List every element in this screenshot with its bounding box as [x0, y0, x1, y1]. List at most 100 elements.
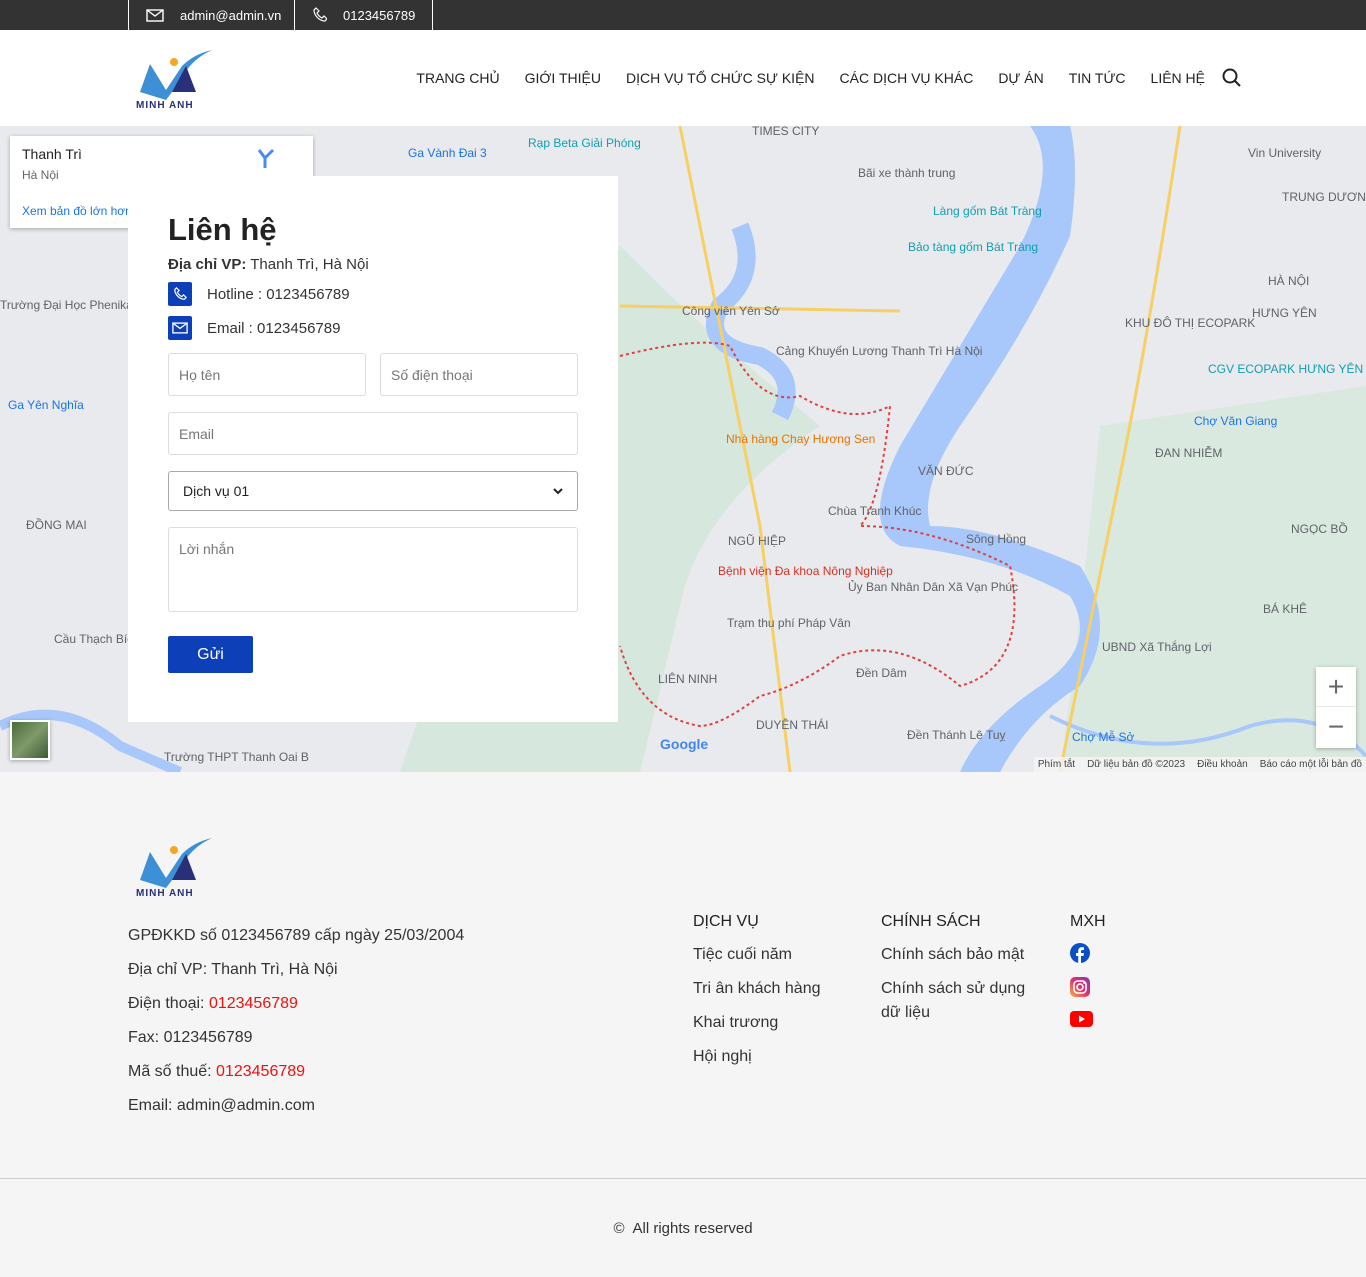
nav-gioi-thieu[interactable]: GIỚI THIỆU [525, 70, 601, 86]
footer-link[interactable]: Khai trương [693, 1011, 820, 1035]
nav-tin-tuc[interactable]: TIN TỨC [1069, 70, 1126, 86]
map-label[interactable]: Đền Thánh Lê Tuỵ [907, 728, 1006, 742]
logo-mark: MINH ANH [136, 50, 212, 111]
header: MINH ANH TRANG CHỦ GIỚI THIỆU DỊCH VỤ TỔ… [0, 30, 1366, 126]
map-label[interactable]: BÁ KHÊ [1263, 602, 1307, 616]
contact-email: Email : 0123456789 [168, 315, 578, 341]
contact-title: Liên hệ [168, 212, 277, 247]
logo-mark: MINH ANH [136, 838, 212, 899]
map-label[interactable]: Làng gốm Bát Tràng [933, 204, 1042, 218]
map-label[interactable]: Bệnh viện Đa khoa Nông Nghiệp [718, 564, 893, 578]
map-label[interactable]: LIÊN NINH [658, 672, 717, 686]
map-label[interactable]: CGV ECOPARK HƯNG YÊN [1208, 362, 1363, 376]
map-label[interactable]: Trường Đại Học Phenikaa [0, 298, 140, 312]
copyright-bar: © All rights reserved [0, 1178, 1366, 1277]
svg-text:MINH ANH: MINH ANH [136, 888, 194, 898]
search-icon[interactable] [1222, 68, 1242, 88]
map-data-text: Dữ liệu bản đồ ©2023 [1087, 759, 1186, 770]
report-error-link[interactable]: Báo cáo một lỗi bản đồ [1260, 759, 1362, 770]
youtube-icon[interactable] [1070, 1011, 1093, 1027]
logo[interactable]: MINH ANH [136, 48, 214, 115]
terms-link[interactable]: Điều khoản [1197, 759, 1248, 770]
map-label[interactable]: Rạp Beta Giải Phóng [528, 136, 641, 150]
contact-form: Họ tên Số điện thoại Email Dịch vụ 01 Lờ… [168, 353, 578, 673]
footer-link[interactable]: Tri ân khách hàng [693, 977, 820, 1001]
phone-icon [168, 282, 192, 306]
footer-social: MXH [1070, 913, 1106, 1027]
google-map[interactable]: Ga Vành Đai 3 Rạp Beta Giải Phóng TIMES CI… [0, 126, 1366, 772]
map-label[interactable]: Chùa Tranh Khúc [828, 504, 921, 518]
map-attribution: Phím tắt Dữ liệu bản đồ ©2023 Điều khoản… [1033, 757, 1366, 772]
map-label[interactable]: Chợ Văn Giang [1194, 414, 1277, 428]
topbar-email[interactable]: admin@admin.vn [128, 0, 295, 30]
service-select[interactable]: Dịch vụ 01 [168, 471, 578, 511]
contact-hotline: Hotline : 0123456789 [168, 281, 578, 307]
phone-icon [313, 7, 327, 22]
footer-policy: CHÍNH SÁCH Chính sách bảo mật Chính sách… [881, 913, 1041, 1035]
map-zoom-control: + − [1316, 667, 1356, 748]
nav-trang-chu[interactable]: TRANG CHỦ [416, 70, 499, 86]
map-label[interactable]: Vin University [1248, 146, 1321, 160]
map-label[interactable]: NGŨ HIỆP [728, 534, 786, 548]
keyboard-shortcuts-link[interactable]: Phím tắt [1038, 759, 1075, 770]
footer-link[interactable]: Chính sách bảo mật [881, 943, 1041, 967]
footer: MINH ANH GPĐKKD số 0123456789 cấp ngày 2… [0, 772, 1366, 1178]
map-label[interactable]: Nhà hàng Chay Hương Sen [726, 432, 875, 446]
zoom-out-button[interactable]: − [1316, 707, 1356, 747]
nav-cac-dich-vu-khac[interactable]: CÁC DỊCH VỤ KHÁC [840, 70, 974, 86]
map-label[interactable]: KHU ĐÔ THỊ ECOPARK [1125, 316, 1255, 330]
map-label[interactable]: HƯNG YÊN [1252, 306, 1317, 320]
map-label[interactable]: Cầu Thạch Bích [54, 632, 140, 646]
footer-logo[interactable]: MINH ANH [136, 836, 214, 903]
map-label[interactable]: Sông Hồng [966, 532, 1026, 546]
facebook-icon[interactable] [1070, 943, 1090, 963]
phone-input[interactable]: Số điện thoại [380, 353, 578, 396]
directions-icon[interactable] [255, 148, 277, 170]
submit-button[interactable]: Gửi [168, 636, 253, 673]
zoom-in-button[interactable]: + [1316, 667, 1356, 707]
mail-icon [168, 316, 192, 340]
map-label[interactable]: Trường THPT Thanh Oai B [164, 750, 309, 764]
map-label[interactable]: DUYÊN THÁI [756, 718, 828, 732]
chevron-down-icon [553, 487, 563, 494]
map-label[interactable]: Đền Dâm [856, 666, 907, 680]
footer-link[interactable]: Hội nghị [693, 1045, 820, 1069]
topbar-phone[interactable]: 0123456789 [294, 0, 433, 30]
map-label[interactable]: HÀ NỘI [1268, 274, 1309, 288]
google-logo: Google [660, 736, 709, 752]
footer-phone[interactable]: 0123456789 [209, 995, 298, 1012]
map-label[interactable]: Bãi xe thành trung [858, 166, 955, 180]
map-label[interactable]: VĂN ĐỨC [918, 464, 974, 478]
map-label[interactable]: ĐAN NHIỄM [1155, 446, 1222, 460]
footer-services: DỊCH VỤ Tiệc cuối năm Tri ân khách hàng … [693, 913, 820, 1079]
map-label[interactable]: TIMES CITY [752, 126, 819, 138]
topbar: admin@admin.vn 0123456789 [0, 0, 1366, 30]
map-label[interactable]: Cảng Khuyến Lương Thanh Trì Hà Nội [776, 344, 982, 358]
nav-dich-vu-to-chuc-su-kien[interactable]: DỊCH VỤ TỔ CHỨC SỰ KIỆN [626, 70, 815, 86]
svg-text:MINH ANH: MINH ANH [136, 100, 194, 110]
map-label[interactable]: ĐỒNG MAI [26, 518, 87, 532]
nav-du-an[interactable]: DỰ ÁN [998, 70, 1043, 86]
instagram-icon[interactable] [1070, 977, 1090, 997]
main-nav: TRANG CHỦ GIỚI THIỆU DỊCH VỤ TỔ CHỨC SỰ … [416, 30, 1242, 126]
map-label[interactable]: UBND Xã Thắng Lợi [1102, 640, 1212, 654]
footer-company-info: GPĐKKD số 0123456789 cấp ngày 25/03/2004… [128, 927, 465, 1114]
map-label[interactable]: Công viên Yên Sở [682, 304, 780, 318]
contact-card: Liên hệ Địa chỉ VP: Thanh Trì, Hà Nội Ho… [128, 176, 618, 722]
mail-icon [146, 8, 164, 22]
map-label[interactable]: Chợ Mễ Sở [1072, 730, 1134, 744]
map-label[interactable]: NGỌC BỒ [1291, 522, 1348, 536]
map-label[interactable]: Trạm thu phí Pháp Vân [727, 616, 851, 630]
email-input[interactable]: Email [168, 412, 578, 455]
satellite-toggle[interactable] [10, 720, 50, 760]
message-textarea[interactable]: Lời nhắn [168, 527, 578, 612]
map-label[interactable]: Ga Yên Nghĩa [8, 398, 84, 412]
nav-lien-he[interactable]: LIÊN HỆ [1151, 70, 1205, 86]
name-input[interactable]: Họ tên [168, 353, 366, 396]
map-label[interactable]: TRUNG DƯƠNG [1282, 190, 1366, 204]
footer-link[interactable]: Tiệc cuối năm [693, 943, 820, 967]
map-label[interactable]: Ủy Ban Nhân Dân Xã Vạn Phúc [848, 580, 1018, 594]
map-label[interactable]: Ga Vành Đai 3 [408, 146, 487, 160]
map-label[interactable]: Bảo tàng gốm Bát Tràng [908, 240, 1038, 254]
footer-link[interactable]: Chính sách sử dụng dữ liệu [881, 977, 1041, 1025]
